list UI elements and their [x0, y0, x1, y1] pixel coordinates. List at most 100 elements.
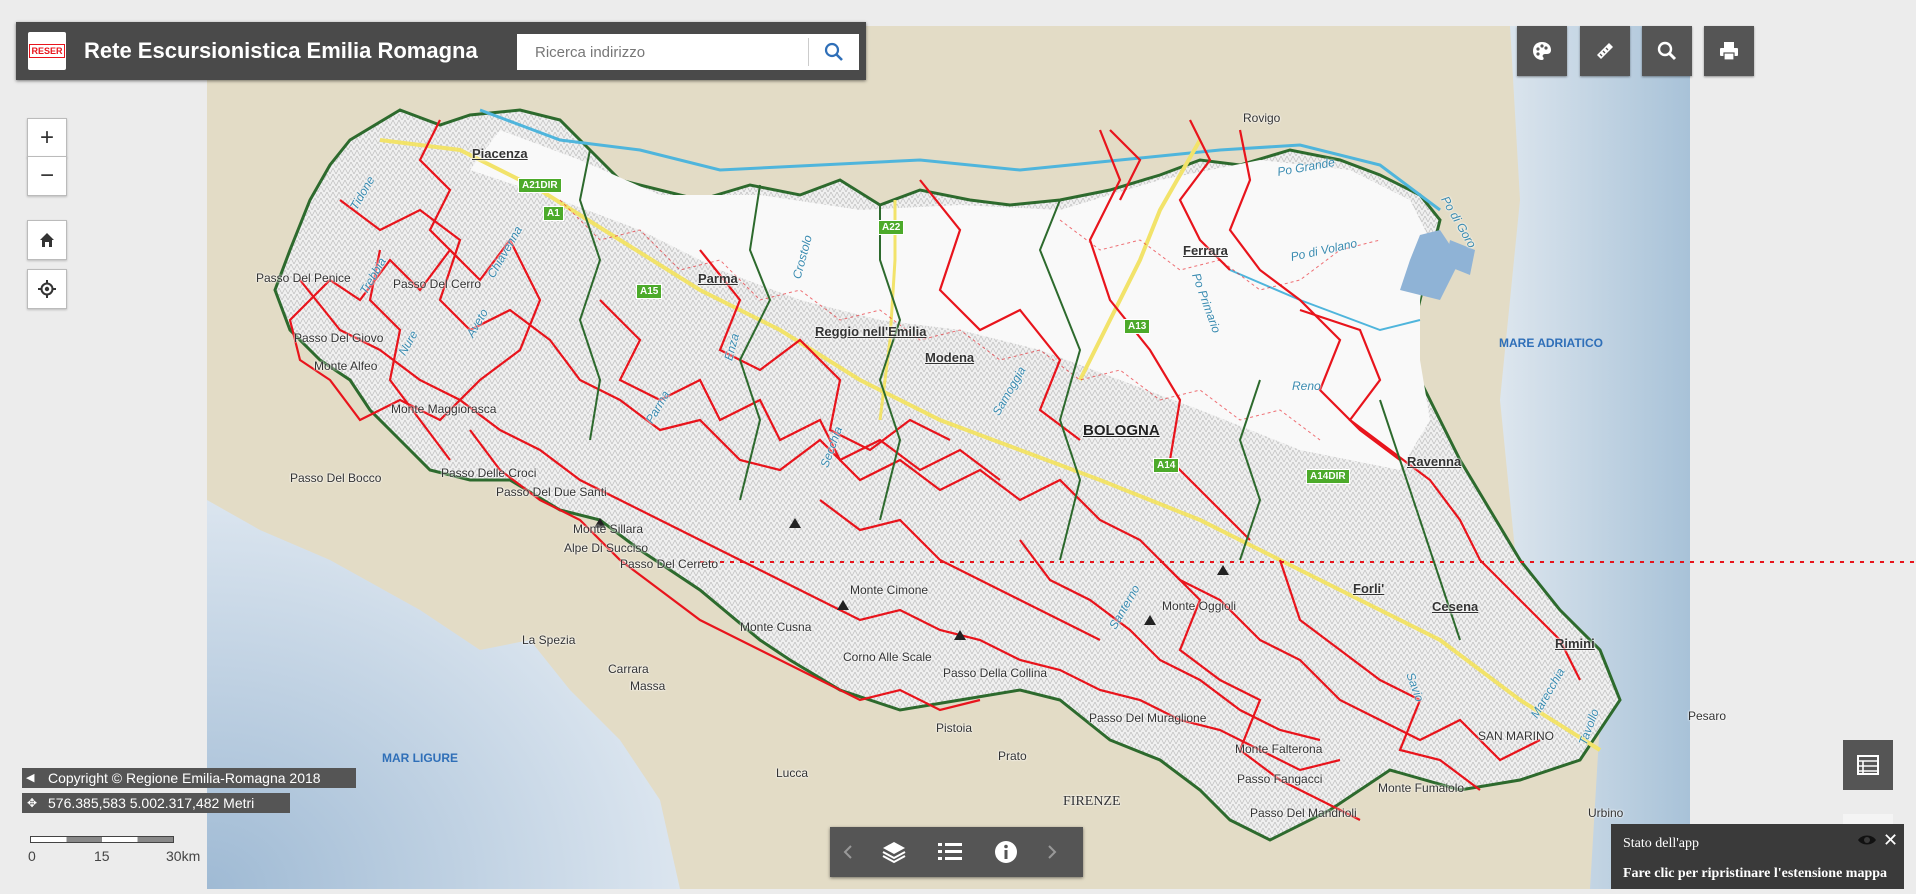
widget-next-button[interactable] [1034, 827, 1070, 877]
pass-label-due-santi: Passo Del Due Santi [496, 485, 607, 499]
home-button[interactable] [27, 220, 67, 260]
road-shield-a14: A14 [1153, 458, 1180, 473]
place-label-pesaro: Pesaro [1688, 709, 1727, 723]
map-view[interactable]: Piacenza Parma Reggio nell'Emilia Modena… [0, 0, 1916, 889]
address-search-input[interactable] [517, 34, 825, 70]
legend-widget-button[interactable] [922, 827, 978, 877]
city-label-reggio-emilia: Reggio nell'Emilia [815, 324, 927, 339]
pass-label-fangacci: Passo Fangacci [1237, 772, 1323, 786]
locate-icon [38, 280, 56, 298]
peak-label-maggiorasca: Monte Maggiorasca [391, 402, 497, 416]
zoom-in-button[interactable]: + [27, 118, 67, 158]
search-tool-button[interactable] [1642, 26, 1692, 76]
scale-label-0: 0 [28, 848, 36, 864]
place-label-san-marino: SAN MARINO [1478, 729, 1555, 743]
table-list-icon [1857, 755, 1879, 775]
scale-label-30km: 30km [166, 848, 201, 864]
road-shield-a1: A1 [543, 206, 564, 221]
status-panel-title: Stato dell'app [1623, 836, 1700, 851]
place-label-pistoia: Pistoia [936, 721, 973, 735]
pass-label-muraglione: Passo Del Muraglione [1089, 711, 1207, 725]
pass-label-mandrioli: Passo Del Mandrioli [1250, 806, 1357, 820]
widget-bar [830, 827, 1083, 877]
peak-label-falterona: Monte Falterona [1235, 742, 1323, 756]
layers-widget-button[interactable] [866, 827, 922, 877]
city-label-ravenna: Ravenna [1407, 454, 1462, 469]
legend-list-icon [938, 843, 962, 860]
copyright-text: Copyright © Regione Emilia-Romagna 2018 [48, 770, 321, 786]
place-label-carrara: Carrara [608, 662, 649, 676]
city-label-ferrara: Ferrara [1183, 243, 1228, 258]
info-widget-button[interactable] [978, 827, 1034, 877]
pass-label-bocco: Passo Del Bocco [290, 471, 382, 485]
locate-button[interactable] [27, 269, 67, 309]
app-logo: RESER [28, 32, 66, 70]
pass-label-cerro: Passo Del Cerro [393, 277, 482, 291]
copyright-bar: ◀ Copyright © Regione Emilia-Romagna 201… [22, 768, 356, 788]
city-label-cesena: Cesena [1432, 599, 1479, 614]
sea-label-adriatico: MARE ADRIATICO [1499, 336, 1603, 350]
chevron-right-icon [1048, 845, 1057, 859]
scale-label-15: 15 [94, 848, 110, 864]
search-icon [824, 42, 843, 61]
search-submit-button[interactable] [808, 38, 859, 66]
chevron-left-icon [843, 845, 852, 859]
pass-label-collina: Passo Della Collina [943, 666, 1048, 680]
road-shield-a22: A22 [878, 220, 905, 235]
place-label-lucca: Lucca [776, 766, 809, 780]
basemap-gallery-button[interactable] [1517, 26, 1567, 76]
pass-label-cerreto: Passo Del Cerreto [620, 557, 719, 571]
road-shield-a13: A13 [1124, 319, 1151, 334]
coordinates-bar: ✥ 576.385,583 5.002.317,482 Metri [22, 793, 290, 813]
peak-label-sillara: Monte Sillara [573, 522, 644, 536]
coordinates-text: 576.385,583 5.002.317,482 Metri [48, 795, 255, 811]
logo-text: RESER [29, 44, 65, 58]
peak-label-cusna: Monte Cusna [740, 620, 812, 634]
pass-label-giovo: Passo Del Giovo [294, 331, 384, 345]
peak-label-fumaiolo: Monte Fumaiolo [1378, 781, 1465, 795]
collapse-arrow-icon[interactable]: ◀ [26, 768, 34, 788]
app-status-panel: Stato dell'app ✕ Fare clic per ripristin… [1611, 824, 1904, 889]
city-label-modena: Modena [925, 350, 975, 365]
peak-label-cimone: Monte Cimone [850, 583, 929, 597]
city-label-rimini: Rimini [1555, 636, 1595, 651]
pass-label-penice: Passo Del Penice [256, 271, 351, 285]
peak-label-oggioli: Monte Oggioli [1162, 599, 1237, 613]
place-label-la-spezia: La Spezia [522, 633, 576, 647]
road-shield-a14dir: A14DIR [1306, 469, 1350, 484]
city-label-parma: Parma [698, 271, 738, 286]
map-canvas [207, 26, 1916, 889]
sea-label-ligure: MAR LIGURE [382, 751, 458, 765]
attribute-table-tab [1843, 814, 1893, 824]
peak-label-alfeo: Monte Alfeo [314, 359, 378, 373]
search-icon [1657, 41, 1677, 61]
close-icon[interactable]: ✕ [1883, 830, 1898, 851]
status-panel-text[interactable]: Fare clic per ripristinare l'estensione … [1623, 866, 1898, 882]
crosshair-icon[interactable]: ✥ [27, 793, 37, 813]
river-label-reno: Reno [1292, 379, 1321, 393]
place-label-massa: Massa [630, 679, 666, 693]
app-header: RESER Rete Escursionistica Emilia Romagn… [16, 22, 866, 80]
widget-prev-button[interactable] [830, 827, 866, 877]
city-label-piacenza: Piacenza [472, 146, 528, 161]
print-button[interactable] [1704, 26, 1754, 76]
place-label-prato: Prato [998, 749, 1027, 763]
place-label-urbino: Urbino [1588, 806, 1624, 820]
peak-label-corno-alle-scale: Corno Alle Scale [843, 650, 932, 664]
city-label-bologna: BOLOGNA [1083, 422, 1160, 439]
place-label-rovigo: Rovigo [1243, 111, 1281, 125]
road-shield-a21dir: A21DIR [518, 178, 562, 193]
zoom-out-button[interactable]: − [27, 156, 67, 196]
eye-icon[interactable] [1857, 833, 1877, 852]
home-icon [40, 233, 54, 247]
scale-bar-graphic [30, 836, 174, 843]
layers-icon [882, 842, 906, 864]
palette-icon [1533, 42, 1551, 60]
peak-label-succiso: Alpe Di Succiso [564, 541, 649, 555]
printer-icon [1720, 42, 1738, 61]
city-label-forli: Forli' [1353, 581, 1385, 596]
road-shield-a15: A15 [636, 284, 663, 299]
place-label-firenze: FIRENZE [1063, 794, 1121, 809]
attribute-table-button[interactable] [1843, 740, 1893, 790]
measure-button[interactable] [1580, 26, 1630, 76]
